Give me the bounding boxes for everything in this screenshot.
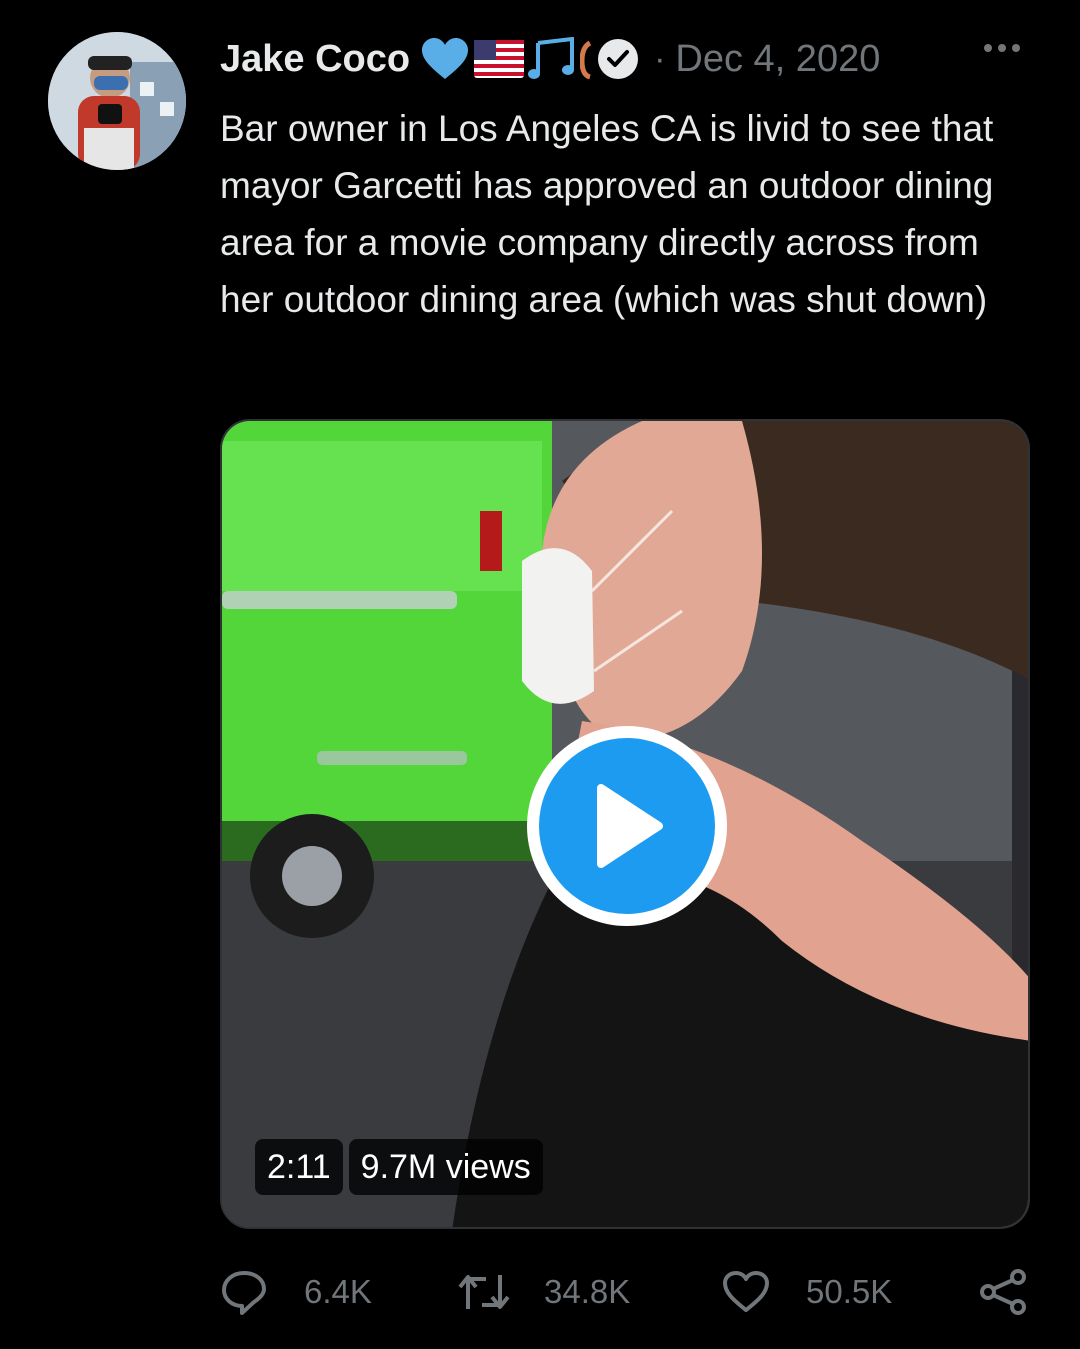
reply-button[interactable]: 6.4K [220,1264,372,1320]
tweet-actions: 6.4K 34.8K 50.5K [220,1264,1030,1320]
play-icon [597,784,663,868]
video-views: 9.7M views [348,1139,543,1195]
author-avatar[interactable] [48,32,186,170]
blue-heart-icon [420,37,470,81]
music-notes-icon [528,37,576,81]
play-button[interactable] [527,726,727,926]
reply-count: 6.4K [304,1273,372,1310]
share-button[interactable] [978,1264,1028,1320]
heart-icon [723,1271,769,1312]
verified-badge-icon [596,37,640,81]
like-count: 50.5K [806,1273,893,1310]
tweet-header: Jake Coco · Dec 4, 2020 [220,34,880,84]
like-button[interactable]: 50.5K [722,1264,892,1320]
tweet-text: Bar owner in Los Angeles CA is livid to … [220,108,994,320]
video-meta: 2:11 9.7M views [255,1139,543,1195]
retweet-button[interactable]: 34.8K [456,1264,630,1320]
reply-icon [222,1271,266,1315]
us-flag-icon [474,40,525,78]
separator-dot: · [654,39,666,78]
retweet-icon [458,1275,510,1309]
author-name[interactable]: Jake Coco [220,38,410,81]
video-duration: 2:11 [255,1139,343,1195]
video-player[interactable]: 2:11 9.7M views [220,419,1030,1229]
tweet-date[interactable]: Dec 4, 2020 [675,38,880,81]
share-icon [980,1269,1026,1315]
partial-emoji-icon [580,37,592,81]
more-options-icon[interactable] [984,44,1020,52]
retweet-count: 34.8K [544,1273,631,1310]
